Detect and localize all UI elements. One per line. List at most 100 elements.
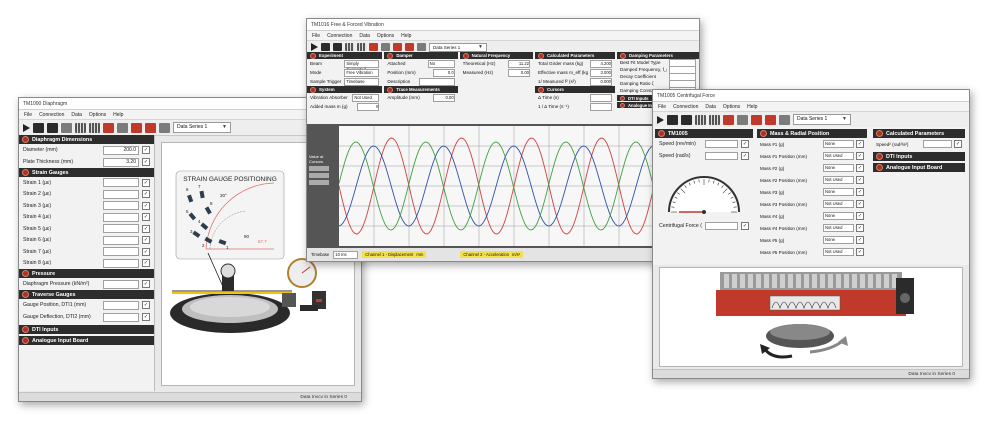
section-header[interactable]: Damper [384,52,458,59]
menu-connection[interactable]: Connection [673,104,698,110]
mode-select[interactable]: Free Vibration [344,68,380,77]
section-header[interactable]: Trace Measurements [384,86,458,93]
delete-all-icon[interactable] [765,114,776,125]
collapse-icon[interactable] [620,102,626,108]
collapse-icon[interactable] [22,337,29,344]
checkbox[interactable]: ✓ [142,313,150,321]
open-icon[interactable] [47,122,58,133]
menu-options[interactable]: Options [89,112,106,118]
settings-icon[interactable] [779,114,790,125]
attached-select[interactable]: No [427,59,455,68]
section-header[interactable]: Diaphragm Dimensions [19,135,154,144]
collapse-icon[interactable] [760,130,767,137]
collapse-icon[interactable] [876,130,883,137]
channel2-box[interactable]: Channel 2 - Acceleration m/s² [460,251,524,258]
collapse-icon[interactable] [310,52,316,59]
section-header[interactable]: Traverse Gauges [19,290,154,299]
value-field[interactable] [103,189,139,199]
value-field[interactable] [103,224,139,234]
position-select[interactable]: Not Used [823,200,854,208]
section-header[interactable]: DTI Inputs [19,325,154,334]
open-icon[interactable] [681,114,692,125]
mass-input[interactable]: 0 [357,102,380,111]
position-select[interactable]: Not Used [823,152,854,160]
menu-file[interactable]: File [24,112,32,118]
mass-select[interactable]: None [823,188,854,196]
checkbox[interactable]: ✓ [856,152,864,160]
collapse-icon[interactable] [310,86,316,93]
section-header[interactable]: Experiment [307,52,383,59]
section-header[interactable]: Mass & Radial Position [757,129,867,138]
checkbox[interactable]: ✓ [142,190,150,199]
camera-icon[interactable] [117,122,128,133]
checkbox[interactable]: ✓ [856,164,864,172]
print-icon[interactable] [61,122,72,133]
camera-icon[interactable] [737,114,748,125]
value-field[interactable] [103,279,139,289]
mass-select[interactable]: None [823,164,854,172]
collapse-icon[interactable] [462,52,469,59]
speed-squared-field[interactable] [923,140,952,148]
cursor-button[interactable] [309,166,329,171]
save-icon[interactable] [321,43,330,51]
mass-select[interactable]: None [823,140,854,148]
section-header[interactable]: Strain Gauges [19,168,154,177]
menu-connection[interactable]: Connection [327,33,352,39]
checkbox[interactable]: ✓ [142,158,150,166]
value-field[interactable] [103,201,139,211]
force-field[interactable] [705,222,738,230]
value-field[interactable] [103,235,139,245]
chart-icon[interactable] [89,122,100,133]
settings-icon[interactable] [159,122,170,133]
beam-select[interactable]: Simply Supported [344,59,380,72]
mass-select[interactable]: None [823,212,854,220]
cursor-button[interactable] [309,173,329,178]
channel1-box[interactable]: Channel 1 - Displacement mm [362,251,427,258]
save-icon[interactable] [667,114,678,125]
cursor-button[interactable] [309,180,329,185]
amplitude-input[interactable]: 0.00 [432,93,455,102]
value-field[interactable] [103,312,139,322]
mass-select[interactable]: None [823,236,854,244]
menu-data[interactable]: Data [71,112,82,118]
section-header[interactable]: Cursors [535,86,616,93]
section-header[interactable]: Natural Frequency [459,52,534,59]
collapse-icon[interactable] [538,86,545,93]
section-header[interactable]: Analogue Input Board [19,336,154,345]
checkbox[interactable]: ✓ [954,140,962,148]
checkbox[interactable]: ✓ [856,236,864,244]
collapse-icon[interactable] [22,291,29,298]
position-select[interactable]: Not Used [823,176,854,184]
value-field[interactable] [103,258,139,268]
delete-all-icon[interactable] [405,43,414,51]
checkbox[interactable]: ✓ [856,176,864,184]
collapse-icon[interactable] [22,326,29,333]
checkbox[interactable]: ✓ [142,280,150,288]
collapse-icon[interactable] [538,52,545,59]
section-header[interactable]: Analogue Input Board [873,163,965,172]
table-icon[interactable] [75,122,86,133]
speed-rad-field[interactable] [705,152,738,160]
checkbox[interactable]: ✓ [741,140,749,148]
position-input[interactable]: 0.0 [432,68,455,77]
checkbox[interactable]: ✓ [142,178,150,187]
section-header[interactable]: Calculated Parameters [873,129,965,138]
checkbox[interactable]: ✓ [856,200,864,208]
play-icon[interactable] [311,43,318,51]
menu-help[interactable]: Help [401,33,411,39]
chart-icon[interactable] [357,43,366,51]
value-field[interactable] [103,247,139,257]
table-icon[interactable] [345,43,354,51]
collapse-icon[interactable] [620,52,627,59]
open-icon[interactable] [333,43,342,51]
position-select[interactable]: Not Used [823,248,854,256]
checkbox[interactable]: ✓ [856,212,864,220]
section-header[interactable]: Pressure [19,269,154,278]
value-field[interactable] [103,178,139,188]
thickness-input[interactable]: 3.20 [103,157,139,167]
chart-icon[interactable] [709,114,720,125]
menu-data[interactable]: Data [359,33,370,39]
checkbox[interactable]: ✓ [142,301,150,309]
collapse-icon[interactable] [620,95,626,101]
menu-options[interactable]: Options [377,33,394,39]
